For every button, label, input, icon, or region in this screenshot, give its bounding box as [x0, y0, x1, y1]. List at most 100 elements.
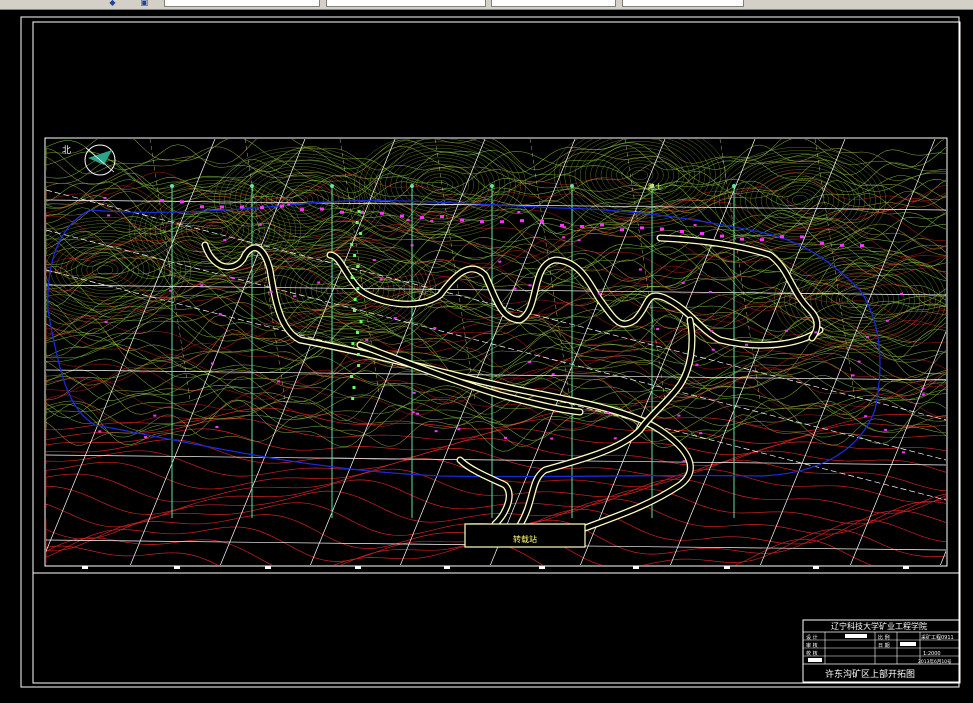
- survey-point: [231, 277, 235, 280]
- survey-point: [693, 224, 697, 227]
- survey-point: [460, 218, 464, 222]
- survey-point: [410, 244, 414, 247]
- marker-point: [355, 221, 359, 224]
- survey-point: [104, 320, 108, 323]
- color-dropdown[interactable]: [326, 0, 486, 7]
- survey-point: [620, 228, 624, 232]
- survey-point: [640, 226, 644, 230]
- exploration-line-head: [570, 184, 574, 188]
- survey-point: [695, 363, 699, 366]
- cube-icon[interactable]: ▣: [140, 0, 149, 7]
- marker-point: [359, 320, 363, 323]
- marker-point: [353, 254, 357, 257]
- linetype-dropdown[interactable]: [491, 0, 616, 7]
- survey-point: [504, 436, 507, 439]
- marker-point: [359, 232, 363, 235]
- survey-point: [200, 205, 204, 209]
- survey-point: [884, 428, 888, 431]
- survey-point: [218, 313, 222, 315]
- contour-red: [46, 250, 946, 287]
- marker-point: [356, 287, 360, 290]
- survey-point: [681, 281, 685, 284]
- marker-point: [356, 353, 360, 356]
- survey-point: [360, 210, 364, 214]
- survey-point: [144, 436, 148, 439]
- survey-point: [411, 411, 415, 414]
- survey-point: [885, 319, 889, 322]
- axis-tick: [265, 566, 271, 569]
- dashed-line: [719, 139, 761, 401]
- survey-point: [551, 373, 555, 376]
- survey-point: [517, 211, 521, 213]
- survey-point: [433, 327, 437, 330]
- dashed-line: [814, 139, 856, 401]
- survey-point: [430, 219, 434, 222]
- survey-point: [169, 289, 173, 292]
- contour-hill: [286, 191, 314, 209]
- drawing-canvas[interactable]: 北 转载站 路土 辽宁科技大学矿业工程学院 设 计 比 例 采矿工程0911 审…: [0, 10, 973, 699]
- survey-point: [520, 219, 524, 223]
- grid-line: [760, 139, 936, 565]
- survey-point: [613, 437, 617, 440]
- survey-point: [480, 220, 484, 224]
- survey-point: [380, 211, 384, 215]
- survey-point: [103, 196, 107, 199]
- lineweight-dropdown[interactable]: [622, 0, 744, 7]
- marker-point: [357, 364, 361, 367]
- survey-point: [656, 328, 660, 330]
- title-drawing-no: 采矿工程0911: [921, 634, 954, 641]
- contour-hill: [739, 162, 861, 238]
- contour-green: [46, 170, 946, 203]
- survey-point: [560, 223, 564, 227]
- survey-point: [902, 451, 905, 454]
- survey-point: [372, 259, 376, 262]
- exploration-line-head: [490, 184, 494, 188]
- survey-point: [379, 278, 383, 281]
- survey-point: [240, 205, 244, 209]
- contour-red: [46, 438, 946, 467]
- drawing-title: 许东沟矿区上部开拓图: [825, 668, 915, 680]
- survey-point: [660, 227, 664, 231]
- survey-point: [577, 239, 581, 242]
- marker-point: [352, 386, 356, 389]
- survey-point: [434, 430, 438, 433]
- survey-point: [720, 234, 724, 238]
- survey-point: [562, 236, 566, 239]
- survey-point: [921, 387, 925, 390]
- marker-point: [350, 375, 354, 378]
- survey-point: [550, 437, 554, 440]
- road-label: 路土: [648, 182, 662, 191]
- marker-point: [356, 265, 360, 268]
- survey-point: [711, 348, 715, 351]
- contour-hill: [60, 242, 150, 298]
- survey-point: [457, 428, 461, 431]
- title-row-3-k1: 校 核: [806, 650, 818, 657]
- axis-tick: [174, 566, 180, 569]
- marker-point: [357, 210, 361, 213]
- marker-point: [351, 397, 355, 400]
- contour-red: [46, 407, 946, 433]
- marker-point: [353, 309, 356, 312]
- axis-tick: [355, 566, 361, 569]
- contour-lines: [46, 139, 946, 565]
- contour-hill: [776, 185, 824, 215]
- survey-point: [98, 430, 102, 433]
- layer-dropdown[interactable]: [164, 0, 320, 7]
- layer-icon[interactable]: ◆: [108, 0, 117, 7]
- title-block-org: 辽宁科技大学矿业工程学院: [831, 621, 927, 631]
- title-scale-value: 1:2000: [923, 651, 941, 657]
- exploration-line-head: [250, 184, 254, 188]
- survey-point: [107, 214, 111, 217]
- survey-point: [400, 214, 404, 218]
- survey-point: [745, 343, 749, 346]
- survey-point: [293, 295, 296, 298]
- contour-hill: [820, 275, 900, 325]
- survey-point: [513, 287, 517, 290]
- survey-point: [528, 284, 532, 287]
- survey-point: [300, 208, 304, 212]
- outer-frame: [20, 16, 960, 688]
- survey-point: [597, 292, 601, 295]
- axis-tick: [444, 566, 450, 569]
- survey-point: [708, 290, 712, 293]
- survey-point: [317, 281, 321, 284]
